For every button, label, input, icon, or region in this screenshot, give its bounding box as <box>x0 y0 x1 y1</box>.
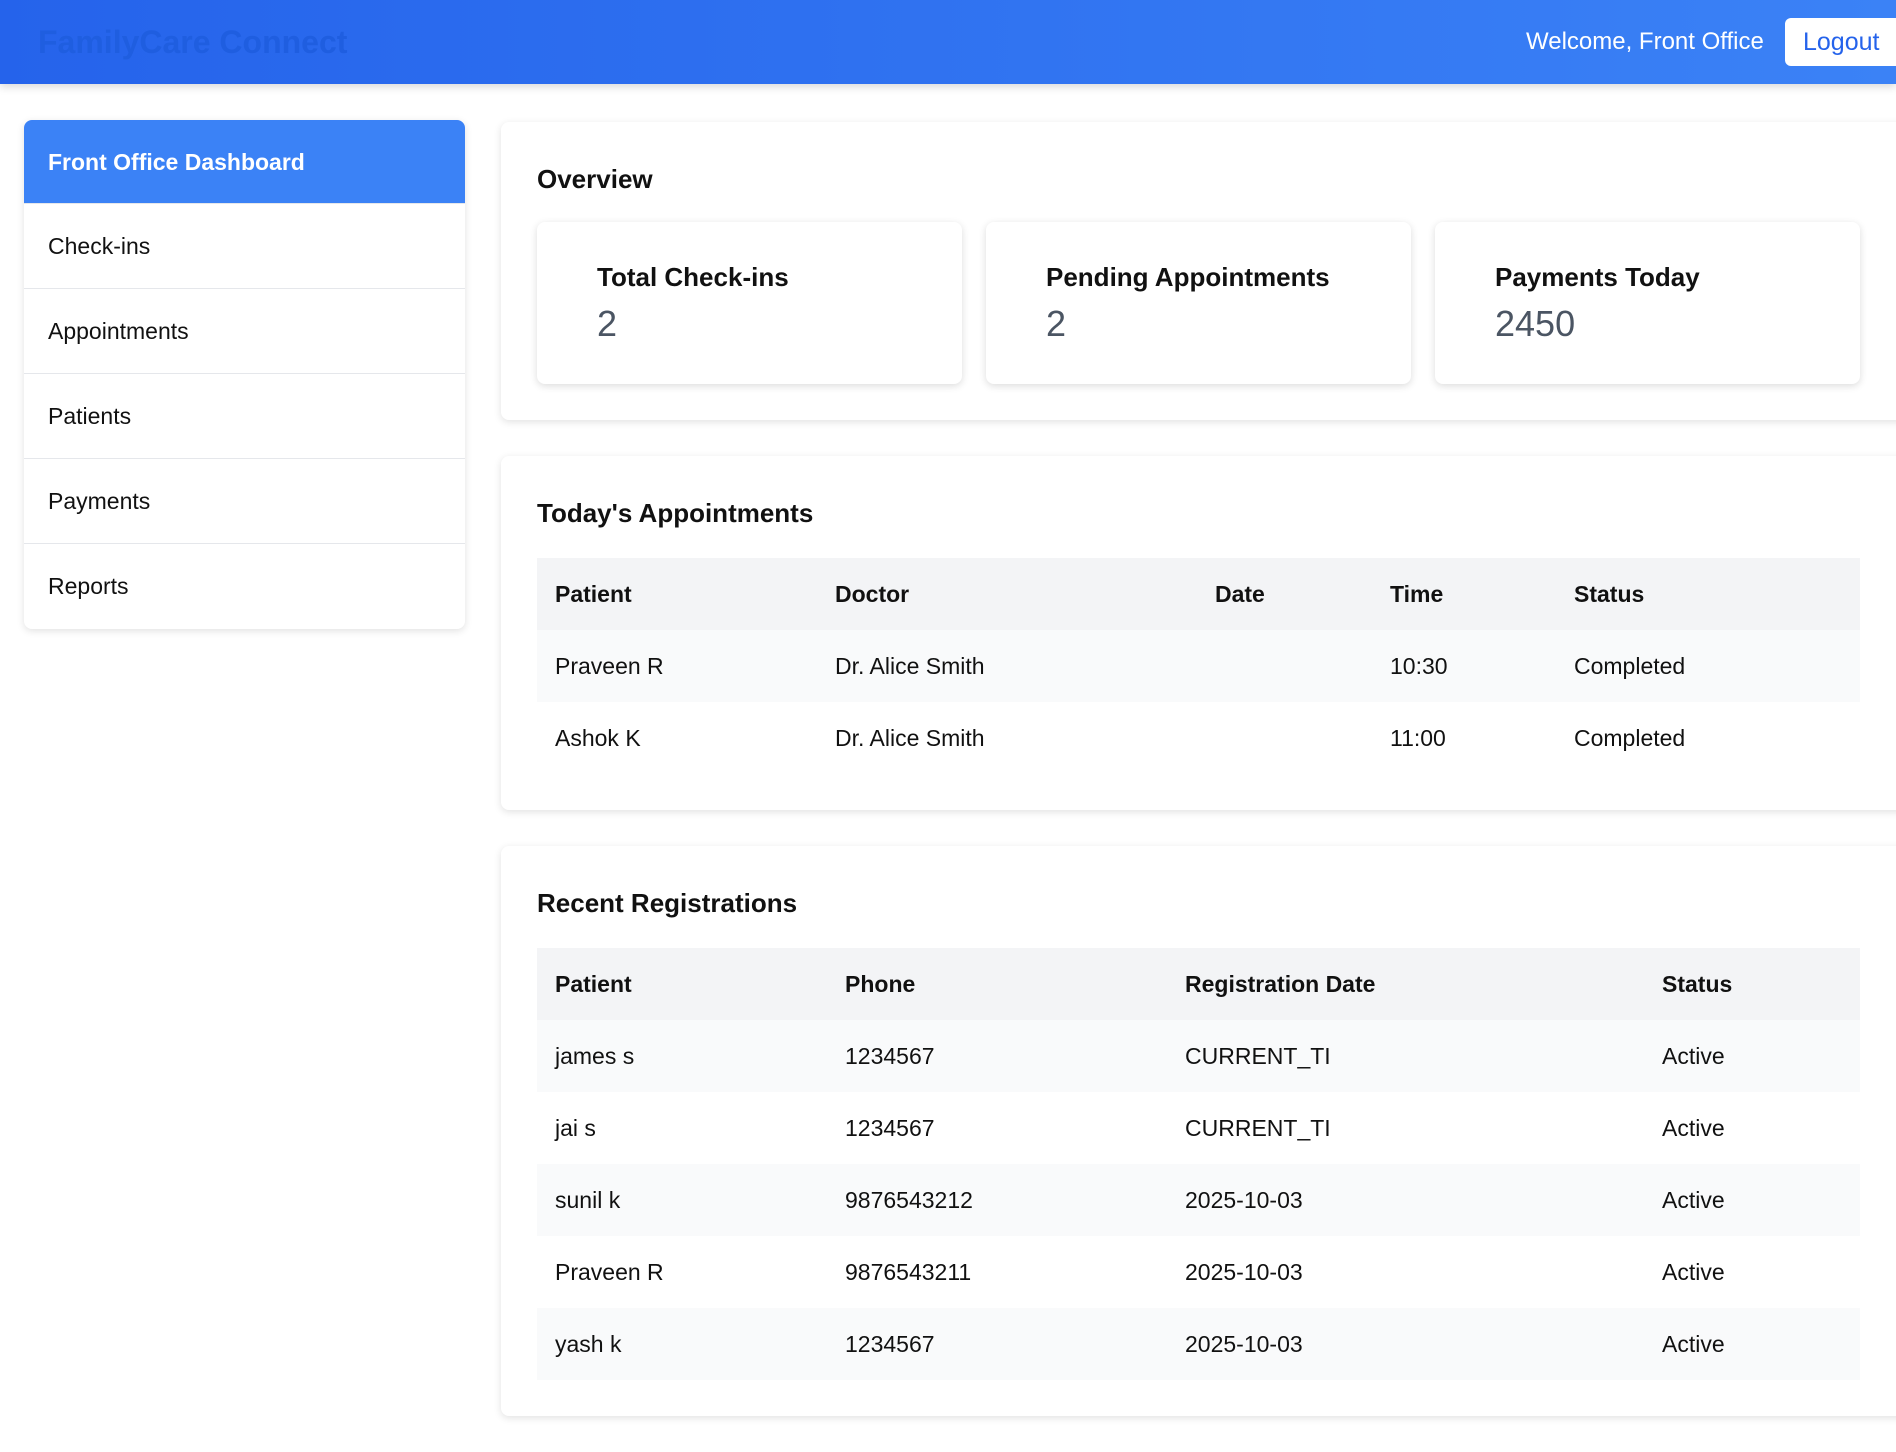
stat-total-check-ins: Total Check-ins 2 <box>537 222 962 384</box>
sidebar-item-check-ins[interactable]: Check-ins <box>24 204 465 289</box>
stat-payments-today: Payments Today 2450 <box>1435 222 1860 384</box>
stat-pending-appointments: Pending Appointments 2 <box>986 222 1411 384</box>
cell-patient: sunil k <box>555 1186 621 1213</box>
registrations-table: Patient Phone Registration Date Status j… <box>537 948 1860 1380</box>
column-header: Time <box>1372 558 1556 630</box>
stat-label: Payments Today <box>1495 262 1700 292</box>
cell-patient: Ashok K <box>555 724 641 751</box>
cell-status: Completed <box>1574 652 1686 679</box>
appointments-title: Today's Appointments <box>537 498 814 528</box>
stat-value: 2450 <box>1495 303 1576 344</box>
registrations-title: Recent Registrations <box>537 888 798 918</box>
logout-button[interactable]: Logout <box>1785 18 1896 66</box>
app-logo: FamilyCare Connect <box>38 24 348 60</box>
registrations-card: Recent Registrations Patient Phone Regis… <box>501 846 1896 1416</box>
column-header: Status <box>1644 948 1860 1020</box>
sidebar-item-patients[interactable]: Patients <box>24 374 465 459</box>
cell-patient: james s <box>555 1042 635 1069</box>
cell-registration-date: 2025-10-03 <box>1185 1186 1303 1213</box>
stat-label: Pending Appointments <box>1046 262 1330 292</box>
column-header: Date <box>1197 558 1372 630</box>
cell-phone: 1234567 <box>845 1114 935 1141</box>
table-row: Ashok K Dr. Alice Smith 11:00 Completed <box>537 702 1860 774</box>
cell-date <box>1197 702 1372 774</box>
cell-patient: jai s <box>555 1114 596 1141</box>
cell-time: 11:00 <box>1390 724 1446 751</box>
overview-card: Overview Total Check-ins 2 Pending Appoi… <box>501 122 1896 420</box>
cell-phone: 1234567 <box>845 1042 935 1069</box>
stat-value: 2 <box>597 303 618 344</box>
cell-phone: 9876543212 <box>845 1186 973 1213</box>
column-header: Doctor <box>817 558 1197 630</box>
cell-phone: 9876543211 <box>845 1258 972 1285</box>
appointments-card: Today's Appointments Patient Doctor Date… <box>501 456 1896 810</box>
table-row: jai s 1234567 CURRENT_TI Active <box>537 1092 1860 1164</box>
table-row: Praveen R 9876543211 2025-10-03 Active <box>537 1236 1860 1308</box>
stat-value: 2 <box>1046 303 1067 344</box>
cell-time: 10:30 <box>1390 652 1448 679</box>
sidebar-item-payments[interactable]: Payments <box>24 459 465 544</box>
table-row: yash k 1234567 2025-10-03 Active <box>537 1308 1860 1380</box>
cell-date <box>1197 630 1372 702</box>
overview-title: Overview <box>537 164 653 194</box>
cell-phone: 1234567 <box>845 1330 935 1357</box>
sidebar-item-dashboard[interactable]: Front Office Dashboard <box>24 120 465 204</box>
sidebar-item-reports[interactable]: Reports <box>24 544 465 629</box>
column-header: Patient <box>537 948 827 1020</box>
column-header: Patient <box>537 558 817 630</box>
cell-registration-date: CURRENT_TI <box>1185 1114 1331 1141</box>
table-row: Praveen R Dr. Alice Smith 10:30 Complete… <box>537 630 1860 702</box>
cell-patient: Praveen R <box>555 652 664 679</box>
cell-status: Completed <box>1574 724 1686 751</box>
cell-status: Active <box>1662 1186 1725 1213</box>
sidebar: Front Office Dashboard Check-ins Appoint… <box>24 120 465 629</box>
welcome-text: Welcome, Front Office <box>1526 28 1764 55</box>
stat-label: Total Check-ins <box>597 262 789 292</box>
cell-doctor: Dr. Alice Smith <box>835 724 985 751</box>
top-header: FamilyCare Connect Welcome, Front Office… <box>0 0 1896 84</box>
cell-registration-date: 2025-10-03 <box>1185 1330 1303 1357</box>
appointments-table: Patient Doctor Date Time Status Praveen … <box>537 558 1860 774</box>
column-header: Phone <box>827 948 1167 1020</box>
table-row: sunil k 9876543212 2025-10-03 Active <box>537 1164 1860 1236</box>
sidebar-item-appointments[interactable]: Appointments <box>24 289 465 374</box>
cell-status: Active <box>1662 1258 1725 1285</box>
cell-doctor: Dr. Alice Smith <box>835 652 985 679</box>
cell-registration-date: CURRENT_TI <box>1185 1042 1331 1069</box>
column-header: Status <box>1556 558 1860 630</box>
cell-patient: Praveen R <box>555 1258 664 1285</box>
cell-registration-date: 2025-10-03 <box>1185 1258 1303 1285</box>
cell-status: Active <box>1662 1114 1725 1141</box>
cell-status: Active <box>1662 1042 1725 1069</box>
column-header: Registration Date <box>1167 948 1644 1020</box>
cell-status: Active <box>1662 1330 1725 1357</box>
table-row: james s 1234567 CURRENT_TI Active <box>537 1020 1860 1092</box>
cell-patient: yash k <box>555 1330 622 1357</box>
